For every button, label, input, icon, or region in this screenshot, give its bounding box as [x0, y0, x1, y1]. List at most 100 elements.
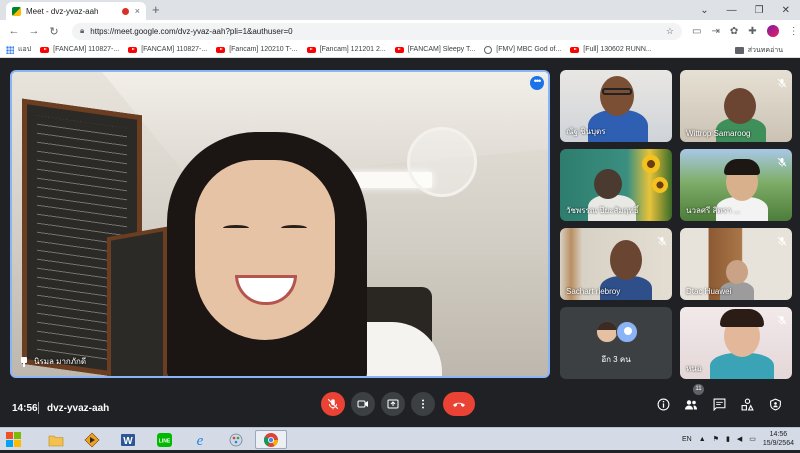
bookmark-item[interactable]: [FANCAM] 110827-... — [40, 46, 119, 53]
bookmark-label: [FANCAM] 110827-... — [141, 46, 208, 53]
minimize-icon[interactable]: — — [727, 5, 737, 16]
battery-icon[interactable]: ▭ — [749, 435, 756, 443]
participant-name: Sachart riebroy — [566, 287, 621, 296]
meeting-details-icon[interactable] — [655, 396, 671, 412]
pin-icon[interactable] — [20, 356, 28, 367]
extension-arrow-icon[interactable]: ⇥ — [711, 26, 719, 37]
chat-icon[interactable] — [711, 396, 727, 412]
restore-icon[interactable]: ❐ — [755, 5, 764, 16]
youtube-icon — [394, 46, 404, 53]
windows-taskbar: W LINE e EN ▲ ⚑ ▮ ◀ ▭ 14:56 15/9/2564 — [0, 427, 800, 450]
close-window-icon[interactable]: ✕ — [782, 5, 790, 16]
participant-tile[interactable]: Sachart riebroy — [560, 228, 672, 300]
reload-icon[interactable]: ↻ — [46, 25, 62, 38]
paint-icon — [229, 433, 243, 446]
others-avatar — [616, 321, 638, 343]
taskbar-clock[interactable]: 14:56 15/9/2564 — [763, 430, 794, 448]
youtube-icon — [40, 46, 50, 53]
meet-favicon-icon — [12, 6, 21, 16]
taskbar-chrome[interactable] — [255, 430, 287, 449]
present-screen-button[interactable] — [381, 392, 405, 416]
participant-tile[interactable]: วัชพรรณ ปิยะสัมฤทธิ์ — [560, 149, 672, 221]
activities-icon[interactable] — [739, 396, 755, 412]
meet-control-bar: 14:56 dvz-yvaz-aah 11 — [0, 384, 800, 427]
bookmark-item[interactable]: [Full] 130602 RUNN... — [570, 46, 652, 53]
more-options-icon[interactable]: ••• — [530, 76, 544, 90]
profile-avatar-icon[interactable] — [766, 25, 779, 37]
folder-icon — [48, 435, 64, 446]
bookmark-apps[interactable]: แอป — [6, 44, 31, 55]
taskbar-ie[interactable]: e — [184, 430, 216, 449]
more-vert-icon — [422, 399, 424, 409]
apps-icon — [6, 45, 14, 54]
taskbar-word[interactable]: W — [112, 430, 144, 449]
muted-mic-icon — [777, 75, 787, 88]
window-controls: ⌄ — ❐ ✕ — [700, 0, 800, 20]
main-participant-label: นิรมล มากภักดี — [20, 355, 86, 368]
participant-tile[interactable]: ณัฐ ชินบุตร — [560, 70, 672, 142]
mic-toggle-button[interactable] — [321, 392, 345, 416]
forward-icon[interactable]: → — [26, 25, 42, 37]
participant-tile[interactable]: นวลศรี สิตรา ... — [680, 149, 792, 221]
muted-mic-icon — [777, 233, 787, 246]
bookmark-item[interactable]: [FANCAM] Sleepy T... — [394, 46, 476, 53]
tray-expand-icon[interactable]: ▲ — [699, 436, 706, 443]
video-chalkboard-2 — [107, 226, 167, 376]
participant-name: Wittrop Samaroog — [686, 129, 751, 138]
browser-tab-strip: Meet - dvz-yvaz-aah × + ⌄ — ❐ ✕ — [0, 0, 800, 20]
youtube-icon — [128, 46, 138, 53]
volume-icon[interactable]: ◀ — [737, 435, 742, 443]
main-video-tile[interactable]: นิรมล มากภักดี ••• — [10, 70, 550, 378]
reading-list[interactable]: ส่วนทคอ่าน — [734, 45, 783, 56]
people-icon[interactable] — [683, 396, 699, 412]
meeting-time: 14:56 — [12, 403, 38, 414]
others-tile[interactable]: อีก 3 คน — [560, 307, 672, 379]
taskbar-explorer[interactable] — [40, 430, 72, 449]
address-bar[interactable]: 🔒︎ https://meet.google.com/dvz-yvaz-aah?… — [72, 22, 682, 40]
bookmark-label: [FANCAM] 110827-... — [53, 46, 120, 53]
bookmark-label: [Fancam] 121201 2... — [319, 46, 386, 53]
taskbar-line[interactable]: LINE — [148, 430, 180, 449]
tab-search-icon[interactable]: ⌄ — [700, 5, 708, 16]
participant-tile[interactable]: หนอ — [680, 307, 792, 379]
more-options-button[interactable] — [411, 392, 435, 416]
network-icon[interactable]: ▮ — [726, 435, 730, 443]
tab-close-icon[interactable]: × — [135, 6, 140, 16]
back-icon[interactable]: ← — [6, 25, 22, 37]
extensions-puzzle-icon[interactable]: ✚ — [748, 26, 756, 37]
new-tab-button[interactable]: + — [152, 2, 160, 18]
others-avatar — [596, 321, 618, 343]
camera-toggle-button[interactable] — [351, 392, 375, 416]
people-count-badge: 11 — [693, 384, 704, 395]
host-controls-icon[interactable] — [767, 396, 783, 412]
bookmark-label: [FANCAM] Sleepy T... — [407, 46, 476, 53]
windows-start-icon[interactable] — [4, 431, 24, 448]
reading-list-icon — [734, 47, 744, 54]
participant-tile[interactable]: Dtac Huawei — [680, 228, 792, 300]
clock-time: 14:56 — [769, 431, 788, 438]
bookmark-item[interactable]: [Fancam] 120210 T-... — [216, 46, 298, 53]
muted-mic-icon — [777, 312, 787, 325]
bookmark-item[interactable]: [Fancam] 121201 2... — [306, 46, 386, 53]
camera-indicator-icon[interactable]: ▭ — [692, 26, 701, 37]
taskbar-app[interactable] — [220, 430, 252, 449]
participant-name: วัชพรรณ ปิยะสัมฤทธิ์ — [566, 206, 639, 215]
lock-icon[interactable]: 🔒︎ — [80, 26, 84, 36]
bookmark-item[interactable]: [FANCAM] 110827-... — [128, 46, 207, 53]
taskbar-app[interactable] — [76, 430, 108, 449]
tab-meet[interactable]: Meet - dvz-yvaz-aah × — [6, 2, 146, 20]
participant-tile[interactable]: Wittrop Samaroog — [680, 70, 792, 142]
flag-icon[interactable]: ⚑ — [713, 435, 719, 443]
bookmark-label: แอป — [18, 46, 32, 53]
language-indicator[interactable]: EN — [682, 436, 692, 443]
main-participant-name: นิรมล มากภักดี — [34, 357, 87, 366]
bookmark-star-icon[interactable]: ☆ — [666, 26, 674, 37]
chrome-icon — [263, 432, 278, 447]
chrome-menu-icon[interactable]: ⋮ — [789, 26, 799, 37]
bookmark-item[interactable]: [FMV] MBC God of... — [484, 45, 561, 54]
youtube-icon — [570, 46, 580, 53]
extension-leaf-icon[interactable]: ✿ — [730, 26, 738, 37]
camera-icon — [357, 400, 368, 408]
internet-explorer-icon: e — [197, 433, 204, 448]
leave-call-button[interactable] — [443, 392, 475, 416]
